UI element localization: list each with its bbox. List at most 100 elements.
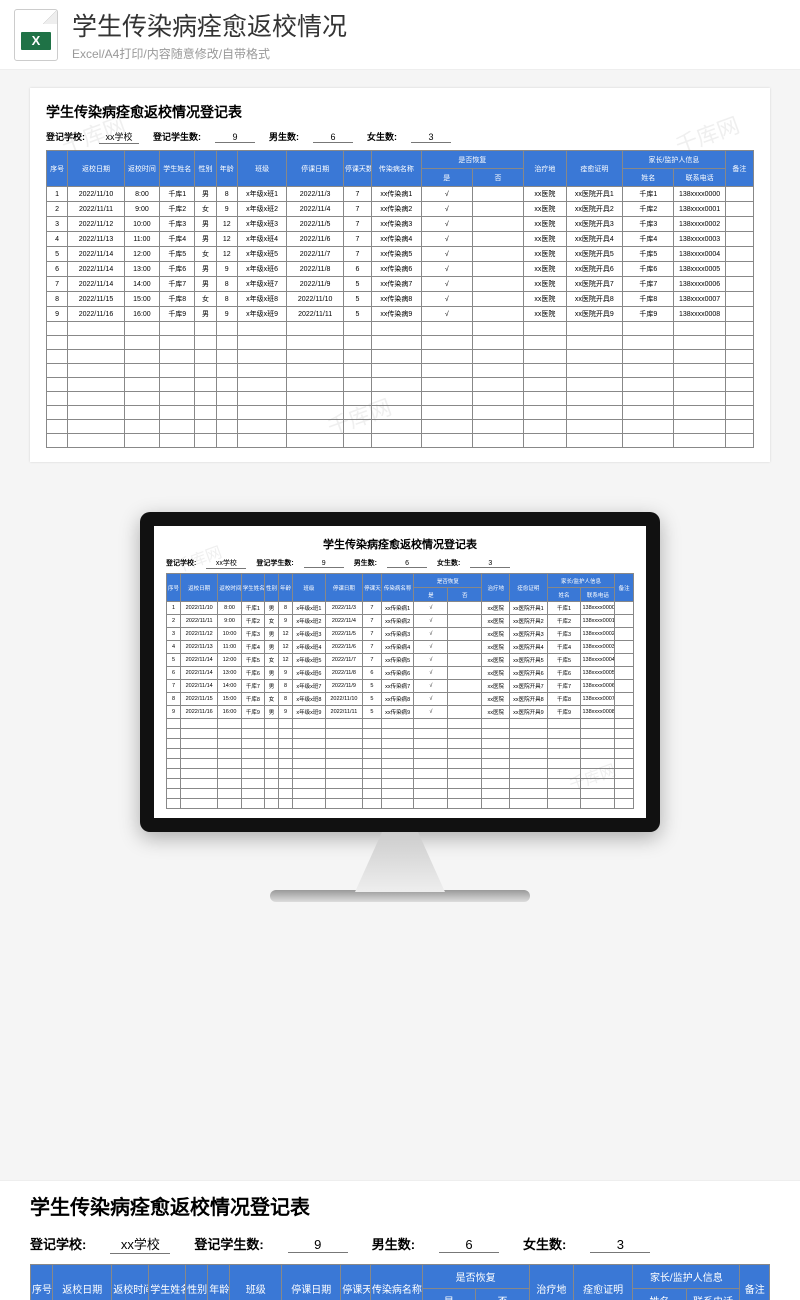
cell-note xyxy=(725,262,753,277)
cell-age: 9 xyxy=(279,667,293,680)
cell-note xyxy=(725,247,753,262)
cell-empty xyxy=(615,779,634,789)
cell-empty xyxy=(725,350,753,364)
cell-empty xyxy=(615,799,634,809)
cell-gname: 千库9 xyxy=(623,307,674,322)
cell-no xyxy=(448,693,482,706)
registration-table: 序号返校日期返校时间学生姓名性别年龄班级停课日期停课天数传染病名称是否恢复治疗地… xyxy=(46,150,754,448)
cell-empty xyxy=(237,364,286,378)
th-guardian_phone: 联系电话 xyxy=(674,169,725,187)
cell-empty xyxy=(510,729,547,739)
cell-idx: 1 xyxy=(167,602,181,615)
th-hospital: 治疗地 xyxy=(529,1265,573,1300)
th-cert: 痊愈证明 xyxy=(566,151,623,187)
cell-yes: √ xyxy=(414,641,448,654)
cell-gname: 千库7 xyxy=(547,680,581,693)
cell-sex: 男 xyxy=(265,667,279,680)
cell-hosp: xx医院 xyxy=(524,292,566,307)
cell-rdate: 2022/11/10 xyxy=(181,602,218,615)
cell-class: x年级x班7 xyxy=(237,277,286,292)
table-row-empty xyxy=(47,392,754,406)
cell-yes: √ xyxy=(414,628,448,641)
cell-empty xyxy=(47,364,68,378)
cell-phone: 138xxxx0008 xyxy=(674,307,725,322)
cell-yes: √ xyxy=(414,667,448,680)
cell-empty xyxy=(566,378,623,392)
cell-empty xyxy=(325,739,362,749)
cell-age: 12 xyxy=(216,232,237,247)
cell-gname: 千库5 xyxy=(547,654,581,667)
cell-empty xyxy=(195,378,216,392)
cell-dis: xx传染病8 xyxy=(372,292,421,307)
cell-empty xyxy=(279,719,293,729)
cell-empty xyxy=(725,434,753,448)
cell-rtime: 12:00 xyxy=(218,654,241,667)
table-row: 32022/11/1210:00千库3男12x年级x班32022/11/57xx… xyxy=(47,217,754,232)
cell-empty xyxy=(448,759,482,769)
cell-gname: 千库3 xyxy=(623,217,674,232)
cell-empty xyxy=(448,779,482,789)
cell-cert: xx医院开具5 xyxy=(510,654,547,667)
table-row-empty xyxy=(47,350,754,364)
cell-dis: xx传染病9 xyxy=(381,706,414,719)
cell-empty xyxy=(482,779,510,789)
cell-empty xyxy=(287,392,344,406)
cell-rtime: 10:00 xyxy=(218,628,241,641)
cell-idx: 9 xyxy=(47,307,68,322)
cell-empty xyxy=(421,322,472,336)
cell-days: 7 xyxy=(363,641,382,654)
cell-empty xyxy=(472,434,523,448)
cell-empty xyxy=(68,322,125,336)
cell-empty xyxy=(581,779,615,789)
cell-dis: xx传染病8 xyxy=(381,693,414,706)
th-note: 备注 xyxy=(740,1265,770,1300)
cell-empty xyxy=(615,749,634,759)
cell-idx: 6 xyxy=(47,262,68,277)
table-row: 52022/11/1412:00千库5女12x年级x班52022/11/77xx… xyxy=(167,654,634,667)
cell-empty xyxy=(725,392,753,406)
registration-table: 序号返校日期返校时间学生姓名性别年龄班级停课日期停课天数传染病名称是否恢复治疗地… xyxy=(30,1264,770,1300)
cell-empty xyxy=(547,739,581,749)
cell-sex: 男 xyxy=(265,602,279,615)
cell-sex: 男 xyxy=(195,262,216,277)
cell-empty xyxy=(381,749,414,759)
th-recover_no: 否 xyxy=(448,588,482,602)
cell-sex: 女 xyxy=(195,292,216,307)
cell-empty xyxy=(325,769,362,779)
cell-empty xyxy=(181,719,218,729)
summary-label-count: 登记学生数: xyxy=(153,130,201,143)
cell-empty xyxy=(674,420,725,434)
cell-rtime: 13:00 xyxy=(218,667,241,680)
cell-empty xyxy=(363,779,382,789)
cell-sdate: 2022/11/10 xyxy=(287,292,344,307)
table-row-empty xyxy=(167,799,634,809)
cell-empty xyxy=(414,779,448,789)
cell-empty xyxy=(421,364,472,378)
cell-days: 7 xyxy=(343,217,371,232)
cell-rtime: 9:00 xyxy=(218,615,241,628)
cell-age: 8 xyxy=(279,602,293,615)
th-recover-group: 是否恢复 xyxy=(414,574,482,588)
cell-empty xyxy=(216,392,237,406)
cell-empty xyxy=(623,392,674,406)
cell-empty xyxy=(237,420,286,434)
th-guardian_phone: 联系电话 xyxy=(686,1289,740,1300)
cell-no xyxy=(448,667,482,680)
cell-empty xyxy=(181,729,218,739)
cell-empty xyxy=(414,749,448,759)
th-return_time: 返校时间 xyxy=(124,151,159,187)
cell-empty xyxy=(482,719,510,729)
cell-rtime: 9:00 xyxy=(124,202,159,217)
cell-empty xyxy=(421,406,472,420)
th-class: 班级 xyxy=(230,1265,282,1300)
excel-file-icon: X xyxy=(14,9,58,61)
cell-cert: xx医院开具3 xyxy=(510,628,547,641)
cell-rdate: 2022/11/10 xyxy=(68,187,125,202)
th-age: 年龄 xyxy=(279,574,293,602)
cell-age: 8 xyxy=(279,680,293,693)
th-stop_days: 停课天数 xyxy=(341,1265,371,1300)
cell-empty xyxy=(237,434,286,448)
cell-class: x年级x班8 xyxy=(237,292,286,307)
cell-empty xyxy=(195,350,216,364)
cell-empty xyxy=(448,729,482,739)
